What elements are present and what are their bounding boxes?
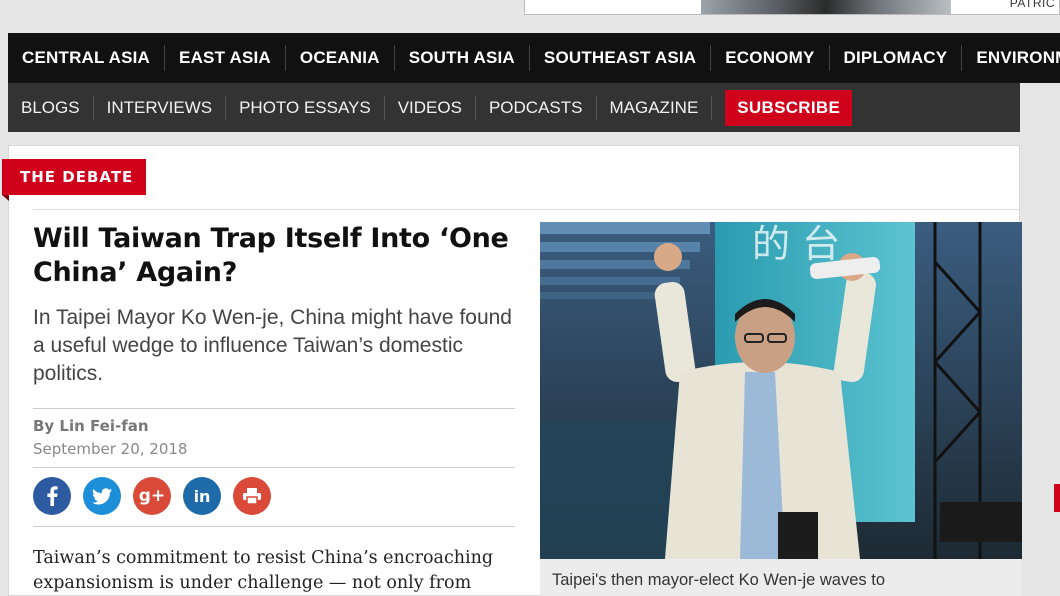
divider: [33, 209, 1021, 210]
ad-image: [701, 0, 951, 14]
secondary-navigation: BLOGS INTERVIEWS PHOTO ESSAYS VIDEOS POD…: [8, 83, 1020, 132]
nav-podcasts[interactable]: PODCASTS: [476, 95, 597, 120]
article-date: September 20, 2018: [33, 440, 188, 458]
primary-navigation: CENTRAL ASIA EAST ASIA OCEANIA SOUTH ASI…: [8, 33, 1060, 83]
article-card: THE DEBATE Will Taiwan Trap Itself Into …: [2, 145, 1022, 596]
linkedin-icon[interactable]: in: [183, 477, 221, 515]
nav-southeast-asia[interactable]: SOUTHEAST ASIA: [530, 45, 712, 71]
section-tag[interactable]: THE DEBATE: [2, 159, 147, 195]
nav-oceania[interactable]: OCEANIA: [286, 45, 395, 71]
top-advertisement[interactable]: PATRIC: [524, 0, 1060, 15]
body-line: Taiwan’s commitment to resist China’s en…: [33, 548, 494, 568]
nav-interviews[interactable]: INTERVIEWS: [94, 95, 227, 120]
nav-environment[interactable]: ENVIRONM: [962, 45, 1060, 71]
share-buttons: g+ in: [33, 477, 271, 515]
divider: [33, 526, 515, 527]
subscribe-button[interactable]: SUBSCRIBE: [725, 89, 853, 126]
article-body: Taiwan’s commitment to resist China’s en…: [33, 546, 519, 596]
nav-photo-essays[interactable]: PHOTO ESSAYS: [226, 95, 385, 120]
nav-blogs[interactable]: BLOGS: [8, 95, 94, 120]
body-line: expansionism is under challenge — not on…: [33, 573, 472, 593]
nav-videos[interactable]: VIDEOS: [385, 95, 476, 120]
photo-sign-text: 的 台: [752, 222, 840, 266]
divider: [33, 467, 515, 468]
nav-south-asia[interactable]: SOUTH ASIA: [395, 45, 530, 71]
twitter-icon[interactable]: [83, 477, 121, 515]
side-accent[interactable]: [1054, 484, 1060, 512]
nav-east-asia[interactable]: EAST ASIA: [165, 45, 286, 71]
nav-diplomacy[interactable]: DIPLOMACY: [830, 45, 963, 71]
nav-magazine[interactable]: MAGAZINE: [597, 95, 713, 120]
section-tag-fold: [2, 195, 9, 201]
ad-text: PATRIC: [1009, 0, 1055, 10]
article-title: Will Taiwan Trap Itself Into ‘One China’…: [33, 223, 509, 288]
print-icon[interactable]: [233, 477, 271, 515]
divider: [33, 408, 515, 409]
article-photo[interactable]: 的 台: [540, 222, 1022, 559]
article-byline[interactable]: By Lin Fei-fan: [33, 417, 149, 435]
google-plus-icon[interactable]: g+: [133, 477, 171, 515]
facebook-icon[interactable]: [33, 477, 71, 515]
article-dek: In Taipei Mayor Ko Wen-je, China might h…: [33, 306, 512, 385]
nav-central-asia[interactable]: CENTRAL ASIA: [8, 45, 166, 71]
nav-economy[interactable]: ECONOMY: [711, 45, 830, 71]
photo-illustration: 的 台: [540, 222, 1022, 559]
photo-caption: Taipei's then mayor-elect Ko Wen-je wave…: [552, 571, 885, 589]
photo-caption-box: Taipei's then mayor-elect Ko Wen-je wave…: [540, 559, 1022, 596]
